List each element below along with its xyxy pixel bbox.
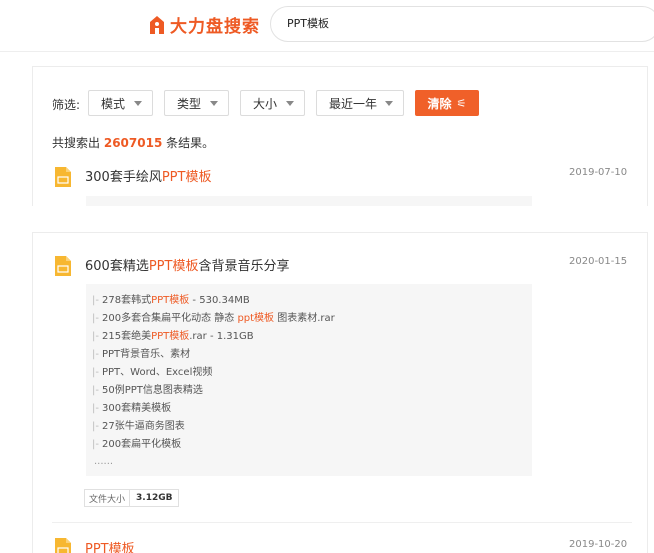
file-list-box: |- 278套韩式PPT模板 - 530.34MB |- 200多套合集扁平化动态 … — [86, 284, 532, 476]
title-highlight: PPT模板 — [161, 170, 212, 185]
list-item: |- 278套韩式PPT模板 - 530.34MB — [92, 295, 250, 306]
clear-button-label: 清除 — [427, 96, 452, 111]
result-date: 2019-10-20 — [569, 539, 628, 550]
list-item: |- 215套绝美PPT模板.rar - 1.31GB — [92, 331, 254, 342]
title-text: 600套精选 — [85, 259, 149, 274]
result-title[interactable]: PPT模板 — [85, 538, 135, 553]
mode-dropdown[interactable]: 模式 — [88, 90, 153, 116]
result-title[interactable]: 600套精选PPT模板含背景音乐分享 — [85, 255, 289, 274]
list-item: |- PPT、Word、Excel视频 — [92, 367, 213, 378]
logo[interactable]: 大力盘搜索 — [148, 12, 260, 37]
caret-down-icon — [134, 101, 142, 106]
caret-down-icon — [210, 101, 218, 106]
result-title[interactable]: 300套手绘风PPT模板 — [85, 166, 211, 185]
folder-icon — [55, 167, 71, 187]
list-item: |- 200多套合集扁平化动态 静态 ppt模板 图表素材.rar — [92, 313, 335, 324]
count-suffix: 条结果。 — [166, 136, 215, 150]
list-item: |- 300套精美模板 — [92, 403, 172, 414]
count-number: 2607015 — [103, 136, 163, 150]
mode-dropdown-label: 模式 — [101, 96, 126, 111]
broom-icon: ⚟ — [456, 96, 467, 110]
count-prefix: 共搜索出 — [52, 136, 101, 150]
divider — [52, 522, 632, 523]
file-size-label: 文件大小 — [85, 490, 131, 506]
logo-text: 大力盘搜索 — [170, 17, 260, 37]
search-box[interactable] — [270, 6, 654, 42]
filter-label: 筛选: — [52, 98, 81, 112]
size-dropdown-label: 大小 — [253, 96, 278, 111]
title-text: 含背景音乐分享 — [198, 259, 290, 274]
type-dropdown[interactable]: 类型 — [164, 90, 229, 116]
list-item: |- PPT背景音乐、素材 — [92, 349, 191, 360]
logo-icon — [150, 15, 164, 34]
title-highlight: PPT模板 — [85, 542, 135, 553]
caret-down-icon — [385, 101, 393, 106]
header: 大力盘搜索 — [0, 0, 654, 50]
time-dropdown[interactable]: 最近一年 — [316, 90, 404, 116]
title-highlight: PPT模板 — [148, 259, 199, 274]
list-item: |- 50例PPT信息图表精选 — [92, 385, 203, 396]
file-list-box — [86, 196, 532, 206]
time-dropdown-label: 最近一年 — [329, 96, 378, 111]
title-text: 300套手绘风 — [85, 170, 162, 185]
header-divider — [0, 51, 654, 52]
result-date: 2019-07-10 — [569, 167, 628, 178]
folder-icon — [55, 256, 71, 276]
list-item: |- 27张牛逼商务图表 — [92, 421, 185, 432]
clear-button[interactable]: 清除 ⚟ — [415, 90, 479, 116]
folder-icon — [55, 538, 71, 553]
result-count: 共搜索出 2607015 条结果。 — [52, 134, 214, 151]
section-gap — [0, 206, 654, 228]
file-size-value: 3.12GB — [136, 493, 173, 503]
result-date: 2020-01-15 — [569, 256, 628, 267]
search-input[interactable] — [287, 16, 587, 29]
size-dropdown[interactable]: 大小 — [240, 90, 305, 116]
more-indicator: ...... — [94, 456, 114, 467]
list-item: |- 200套扁平化模板 — [92, 439, 182, 450]
file-size-tag: 文件大小 3.12GB — [84, 489, 180, 507]
type-dropdown-label: 类型 — [177, 96, 202, 111]
caret-down-icon — [286, 101, 294, 106]
